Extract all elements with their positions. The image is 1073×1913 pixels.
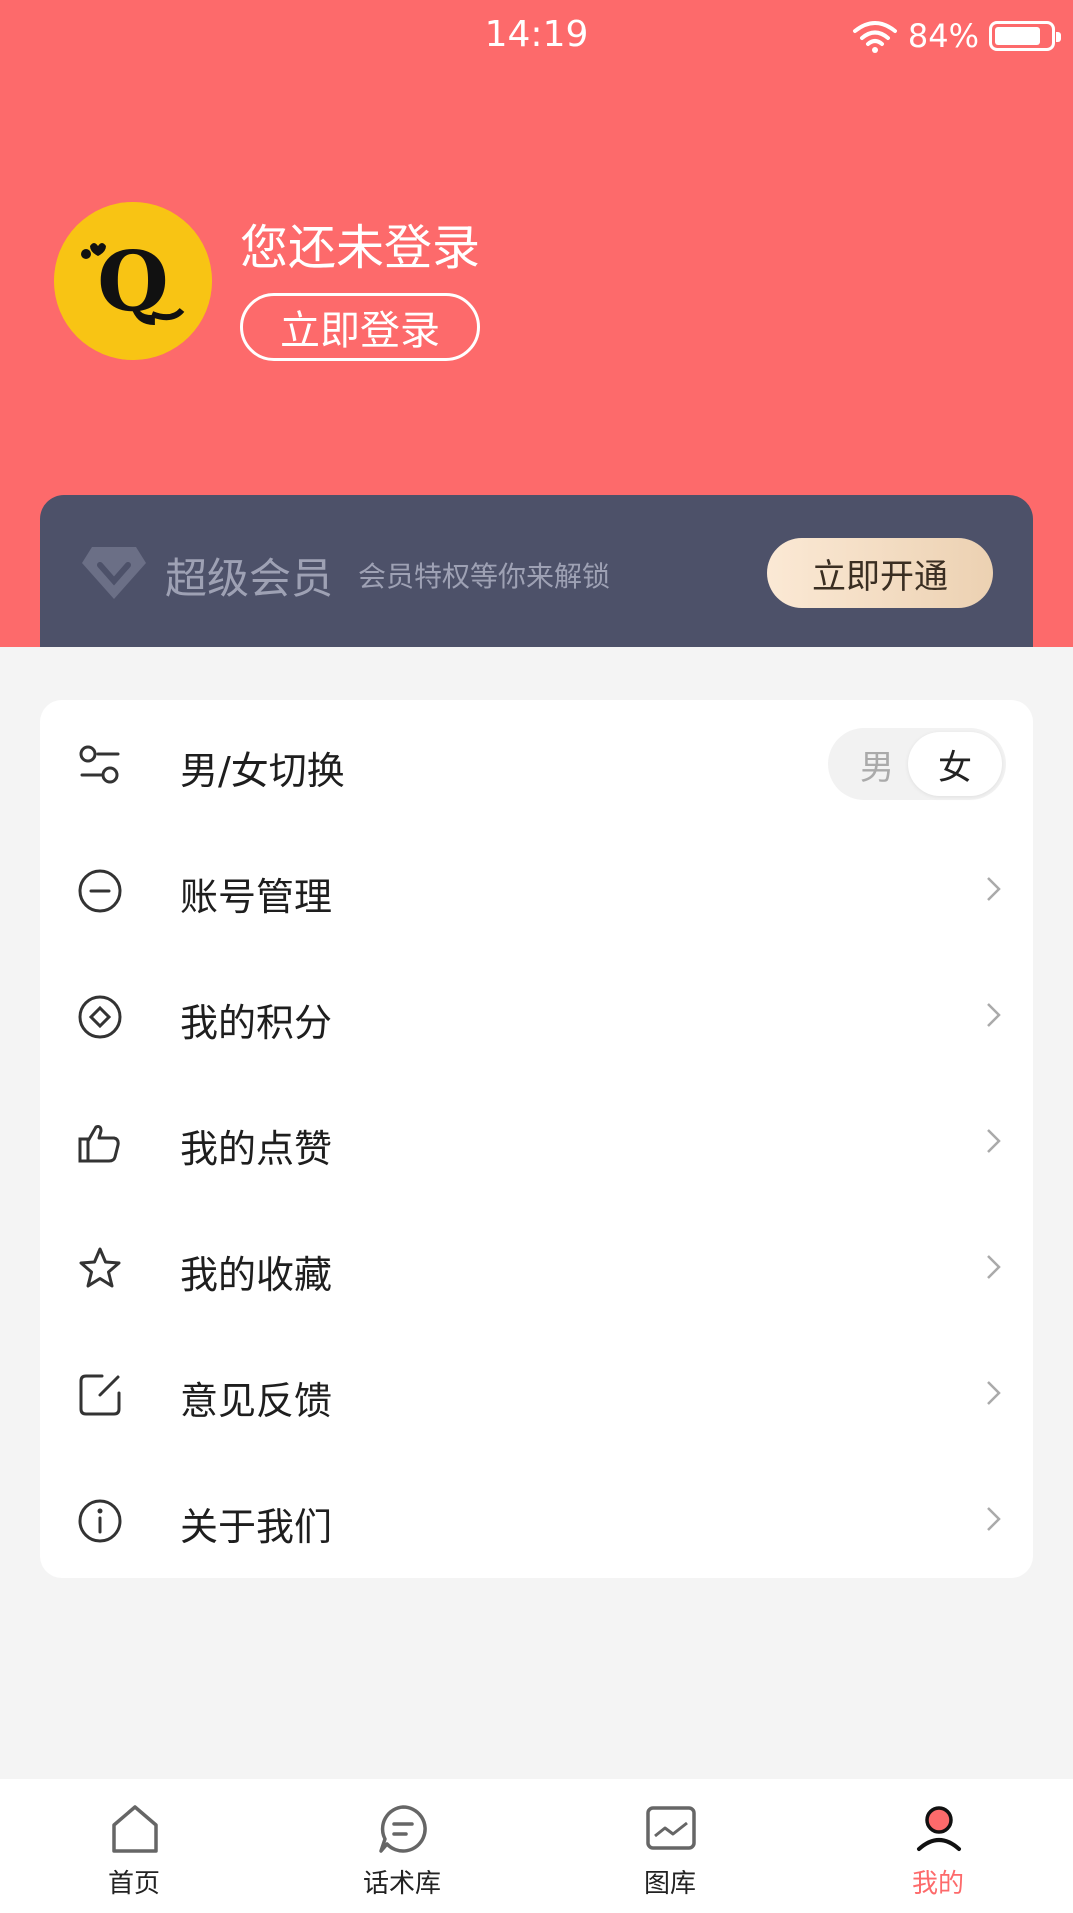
menu-label: 账号管理 (180, 875, 333, 919)
menu-item-account[interactable]: 账号管理 (40, 826, 1033, 952)
battery-level (995, 27, 1041, 45)
chevron-right-icon (987, 1507, 1001, 1531)
bottom-tab-bar: 首页 话术库 图库 我的 (0, 1779, 1073, 1913)
tab-mine[interactable]: 我的 (804, 1779, 1072, 1913)
settings-menu: 男/女切换 男 女 账号管理 我的积分 我的点赞 我的收藏 意见反馈 关于我们 (40, 700, 1033, 1578)
status-bar: 14:19 84% (0, 0, 1073, 76)
chevron-right-icon (987, 1255, 1001, 1279)
thumbs-up-icon (78, 1125, 120, 1163)
battery-percent: 84% (907, 17, 979, 55)
gender-option-female[interactable]: 女 (908, 732, 1002, 796)
menu-label: 关于我们 (180, 1505, 333, 1549)
info-icon (78, 1499, 122, 1543)
tab-label: 图库 (643, 1869, 696, 1899)
vip-subtitle: 会员特权等你来解锁 (358, 560, 611, 593)
chat-icon (379, 1805, 427, 1853)
tab-gallery[interactable]: 图库 (536, 1779, 804, 1913)
login-status-title: 您还未登录 (240, 220, 481, 276)
battery-icon (989, 21, 1061, 51)
gallery-icon (646, 1806, 696, 1850)
home-icon (112, 1805, 158, 1853)
chevron-right-icon (987, 1003, 1001, 1027)
tab-label: 话术库 (362, 1869, 441, 1899)
menu-label: 男/女切换 (180, 749, 345, 793)
tab-label: 我的 (911, 1869, 964, 1899)
menu-item-about[interactable]: 关于我们 (40, 1456, 1033, 1582)
menu-label: 我的点赞 (180, 1127, 333, 1171)
tab-label: 首页 (107, 1869, 160, 1899)
toggle-sliders-icon (79, 745, 120, 784)
menu-label: 我的收藏 (180, 1253, 333, 1297)
star-icon (79, 1247, 121, 1288)
status-indicators: 84% (852, 14, 1061, 58)
avatar[interactable]: Q (54, 202, 212, 360)
menu-item-feedback[interactable]: 意见反馈 (40, 1330, 1033, 1456)
menu-item-likes[interactable]: 我的点赞 (40, 1078, 1033, 1204)
profile-header: 14:19 84% Q 您还未登录 立即登录 超级会员 会员特权等你来解锁 立即… (0, 0, 1073, 647)
vip-activate-button[interactable]: 立即开通 (767, 538, 993, 608)
menu-label: 意见反馈 (180, 1379, 333, 1423)
menu-label: 我的积分 (180, 1001, 333, 1045)
chevron-right-icon (987, 877, 1001, 901)
user-icon (917, 1806, 961, 1851)
tab-scripts[interactable]: 话术库 (268, 1779, 536, 1913)
wifi-icon (852, 21, 897, 53)
login-button[interactable]: 立即登录 (240, 293, 480, 361)
vip-card[interactable]: 超级会员 会员特权等你来解锁 立即开通 (40, 495, 1033, 647)
diamond-icon (82, 547, 146, 599)
q-bird-logo: Q (54, 202, 212, 360)
menu-item-points[interactable]: 我的积分 (40, 952, 1033, 1078)
vip-title: 超级会员 (165, 554, 334, 603)
menu-item-favorites[interactable]: 我的收藏 (40, 1204, 1033, 1330)
account-icon (78, 869, 122, 913)
gender-toggle[interactable]: 男 女 (828, 728, 1006, 800)
tab-home[interactable]: 首页 (0, 1779, 268, 1913)
menu-item-gender-switch: 男/女切换 男 女 (40, 700, 1033, 826)
chevron-right-icon (987, 1381, 1001, 1405)
points-icon (78, 995, 122, 1039)
chevron-right-icon (987, 1129, 1001, 1153)
feedback-icon (79, 1374, 121, 1416)
